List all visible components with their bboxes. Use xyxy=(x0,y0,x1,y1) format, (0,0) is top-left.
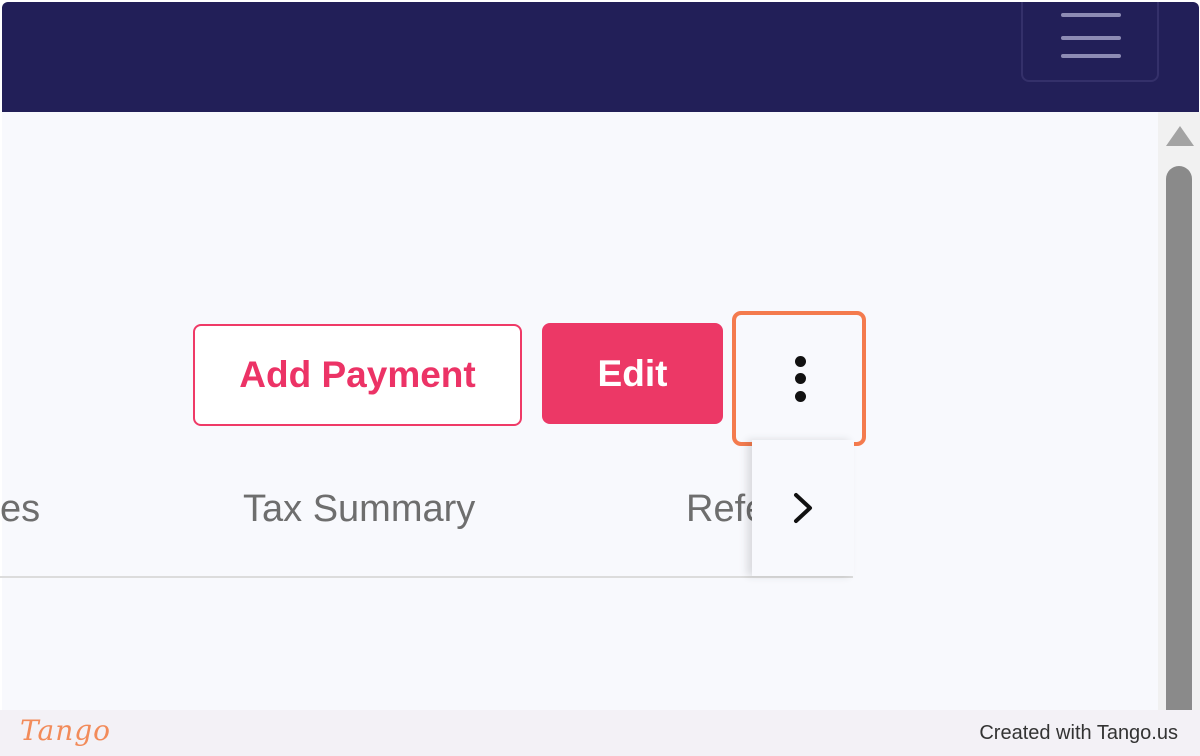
scroll-up-arrow-icon[interactable] xyxy=(1166,126,1194,146)
more-options-button[interactable] xyxy=(732,311,866,446)
menu-button[interactable] xyxy=(1021,2,1159,82)
ellipsis-dot xyxy=(795,373,806,384)
app-header xyxy=(2,2,1199,112)
ellipsis-dot xyxy=(795,356,806,367)
tabs-scroll-next-button[interactable] xyxy=(752,440,854,576)
hamburger-menu-icon xyxy=(1061,13,1121,17)
add-payment-button[interactable]: Add Payment xyxy=(193,324,522,426)
hamburger-menu-line xyxy=(1061,36,1121,40)
footer-bar: Tango Created with Tango.us xyxy=(0,710,1200,756)
vertical-scrollbar[interactable] xyxy=(1158,112,1200,726)
scrollbar-thumb[interactable] xyxy=(1166,166,1192,726)
created-with-credit: Created with Tango.us xyxy=(979,722,1178,744)
tabs-divider xyxy=(0,576,853,578)
edit-button[interactable]: Edit xyxy=(542,323,723,424)
hamburger-menu-line xyxy=(1061,54,1121,58)
ellipsis-dot xyxy=(795,391,806,402)
tango-logo: Tango xyxy=(20,714,112,747)
tab-tax-summary[interactable]: Tax Summary xyxy=(243,484,475,534)
tab-partial-left[interactable]: es xyxy=(0,484,40,534)
tabs-bar: es Tax Summary Refe xyxy=(0,440,853,578)
chevron-right-icon xyxy=(794,493,812,523)
